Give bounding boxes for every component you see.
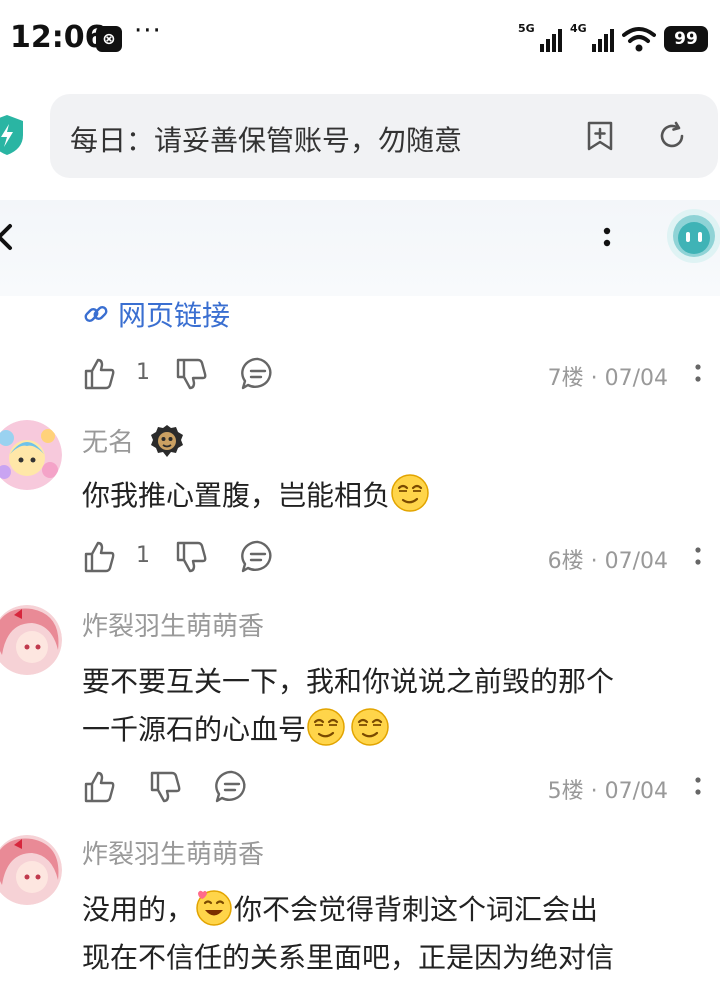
comment-username[interactable]: 无名 — [82, 422, 134, 459]
comment-actions: 1 7楼 · 07/04 — [82, 354, 702, 394]
like-count: 1 — [136, 543, 150, 568]
smug-emoji-icon — [391, 474, 429, 512]
smug-emoji-icon — [307, 708, 345, 746]
app-notification-icon: ⊗ — [96, 26, 122, 52]
web-link-label[interactable]: 网页链接 — [118, 294, 230, 334]
signal-5g-icon: 5G — [518, 22, 562, 54]
dislike-icon[interactable] — [148, 769, 184, 805]
comment-username[interactable]: 炸裂羽生萌萌香 — [82, 606, 264, 643]
status-time: 12:06 — [10, 20, 106, 55]
comment-more-icon[interactable] — [694, 773, 702, 799]
address-bar[interactable]: 每日：请妥善保管账号，勿随意 — [50, 94, 718, 178]
link-icon — [84, 306, 108, 322]
comment-text: 你我推心置腹，岂能相负 — [82, 472, 718, 520]
address-text[interactable]: 每日：请妥善保管账号，勿随意 — [70, 119, 540, 159]
more-notifications-icon: ··· — [134, 16, 162, 46]
assistant-bot-icon[interactable] — [666, 208, 720, 264]
like-icon[interactable] — [82, 769, 118, 805]
add-bookmark-icon[interactable] — [584, 120, 616, 152]
comment-more-icon[interactable] — [694, 543, 702, 569]
avatar[interactable] — [0, 605, 62, 675]
more-options-icon[interactable] — [600, 222, 614, 252]
avatar[interactable] — [0, 835, 62, 905]
comment-text: 要不要互关一下，我和你说说之前毁的那个 一千源石的心血号 — [82, 665, 615, 746]
reply-icon[interactable] — [240, 539, 276, 575]
status-bar: 12:06 ⊗ ··· 5G 4G 99 — [0, 0, 720, 80]
wifi-icon — [622, 27, 656, 52]
grinning-emoji-icon — [196, 890, 232, 926]
smug-emoji-icon — [351, 708, 389, 746]
comment-meta: 7楼 · 07/04 — [547, 366, 668, 391]
signal-4g-icon: 4G — [570, 22, 614, 54]
reload-icon[interactable] — [656, 120, 688, 152]
comment-actions: 5楼 · 07/04 — [82, 767, 702, 807]
status-indicators: 5G 4G 99 — [518, 22, 708, 56]
dislike-icon[interactable] — [174, 356, 210, 392]
user-level-badge-icon — [151, 425, 183, 457]
comment-actions: 1 6楼 · 07/04 — [82, 537, 702, 577]
comment-username[interactable]: 炸裂羽生萌萌香 — [82, 834, 264, 871]
web-link[interactable]: 网页链接 — [82, 294, 230, 334]
comment-text: 没用的， 你不会觉得背刺这个词汇会出 现在不信任的关系里面吧，正是因为绝对信 — [82, 886, 718, 982]
battery-indicator: 99 — [664, 26, 708, 52]
avatar[interactable] — [0, 420, 62, 490]
reply-icon[interactable] — [214, 769, 250, 805]
back-arrow-icon[interactable] — [0, 222, 18, 252]
dislike-icon[interactable] — [174, 539, 210, 575]
comment-meta: 5楼 · 07/04 — [547, 779, 668, 804]
reply-icon[interactable] — [240, 356, 276, 392]
like-count: 1 — [136, 360, 150, 385]
comment-meta: 6楼 · 07/04 — [547, 549, 668, 574]
like-icon[interactable] — [82, 539, 118, 575]
security-shield-icon[interactable] — [0, 113, 26, 157]
comment-more-icon[interactable] — [694, 360, 702, 386]
like-icon[interactable] — [82, 356, 118, 392]
